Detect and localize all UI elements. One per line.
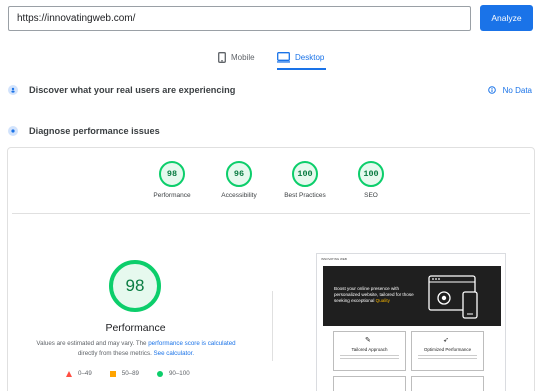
brush-icon: ✎: [365, 337, 371, 344]
score-label: Accessibility: [221, 192, 257, 199]
performance-note: Values are estimated and may vary. The p…: [21, 339, 251, 359]
score-gauge-seo[interactable]: 100 SEO: [341, 161, 401, 199]
legend-range: 0–49: [78, 370, 92, 377]
page-screenshot-thumbnail: INNOVATING WEB Boost your online presenc…: [316, 253, 506, 391]
performance-score-link[interactable]: performance score is calculated: [148, 340, 235, 347]
score-value: 96: [226, 161, 252, 187]
legend-average: 50–89: [109, 370, 139, 377]
tab-mobile[interactable]: Mobile: [218, 49, 255, 65]
monitor-illustration-icon: [428, 275, 478, 319]
performance-gauge: 98: [109, 260, 161, 312]
note-text: directly from these metrics.: [77, 350, 152, 357]
triangle-icon: [66, 370, 72, 377]
score-value: 100: [292, 161, 318, 187]
legend-range: 90–100: [168, 370, 190, 377]
tab-desktop-label: Desktop: [295, 52, 325, 62]
rocket-icon: ➶: [443, 337, 449, 344]
tab-desktop[interactable]: Desktop: [277, 49, 327, 70]
thumbnail-header: INNOVATING WEB: [321, 257, 347, 261]
crux-title: Discover what your real users are experi…: [29, 85, 236, 95]
score-label: SEO: [364, 192, 378, 199]
feature-card: [333, 376, 406, 391]
performance-title: Performance: [105, 322, 166, 334]
feature-card: [411, 376, 484, 391]
legend-range: 50–89: [121, 370, 139, 377]
feature-card: ✎ Tailored Approach: [333, 331, 406, 371]
score-label: Best Practices: [284, 192, 326, 199]
diagnose-section-header: Diagnose performance issues: [8, 122, 532, 140]
hero-highlight: Quality: [375, 298, 390, 303]
diagnose-title: Diagnose performance issues: [29, 126, 160, 136]
score-gauge-performance[interactable]: 98 Performance: [142, 161, 202, 199]
analyze-button[interactable]: Analyze: [480, 5, 533, 31]
score-gauge-best-practices[interactable]: 100 Best Practices: [275, 161, 335, 199]
vertical-divider: [272, 291, 273, 361]
report-card: 98 Performance 96 Accessibility 100 Best…: [7, 147, 535, 391]
circle-icon: [156, 370, 163, 377]
divider: [12, 213, 530, 214]
url-input[interactable]: [8, 6, 471, 31]
desktop-icon: [277, 51, 290, 63]
info-icon: [487, 86, 496, 94]
legend-fail: 0–49: [66, 370, 92, 377]
score-value: 100: [358, 161, 384, 187]
score-gauge-accessibility[interactable]: 96 Accessibility: [209, 161, 269, 199]
score-label: Performance: [153, 192, 191, 199]
no-data-label: No Data: [502, 85, 532, 95]
square-icon: [109, 370, 116, 377]
mobile-icon: [218, 51, 226, 63]
feature-title: Tailored Approach: [351, 347, 388, 352]
thumbnail-hero: Boost your online presence with personal…: [323, 266, 501, 326]
hero-text: Boost your online presence with personal…: [334, 286, 424, 304]
feature-card: ➶ Optimized Performance: [411, 331, 484, 371]
diagnose-icon: [8, 126, 18, 136]
calculator-link[interactable]: See calculator.: [154, 350, 195, 357]
score-legend: 0–49 50–89 90–100: [66, 370, 208, 377]
tab-mobile-label: Mobile: [231, 52, 255, 62]
crux-section-header: Discover what your real users are experi…: [8, 81, 532, 99]
score-value: 98: [159, 161, 185, 187]
legend-pass: 90–100: [156, 370, 190, 377]
feature-title: Optimized Performance: [423, 347, 472, 352]
hero-copy: Boost your online presence with personal…: [334, 286, 414, 303]
no-data-status[interactable]: No Data: [487, 85, 532, 95]
users-icon: [8, 85, 18, 95]
note-text: Values are estimated and may vary. The: [36, 340, 147, 347]
